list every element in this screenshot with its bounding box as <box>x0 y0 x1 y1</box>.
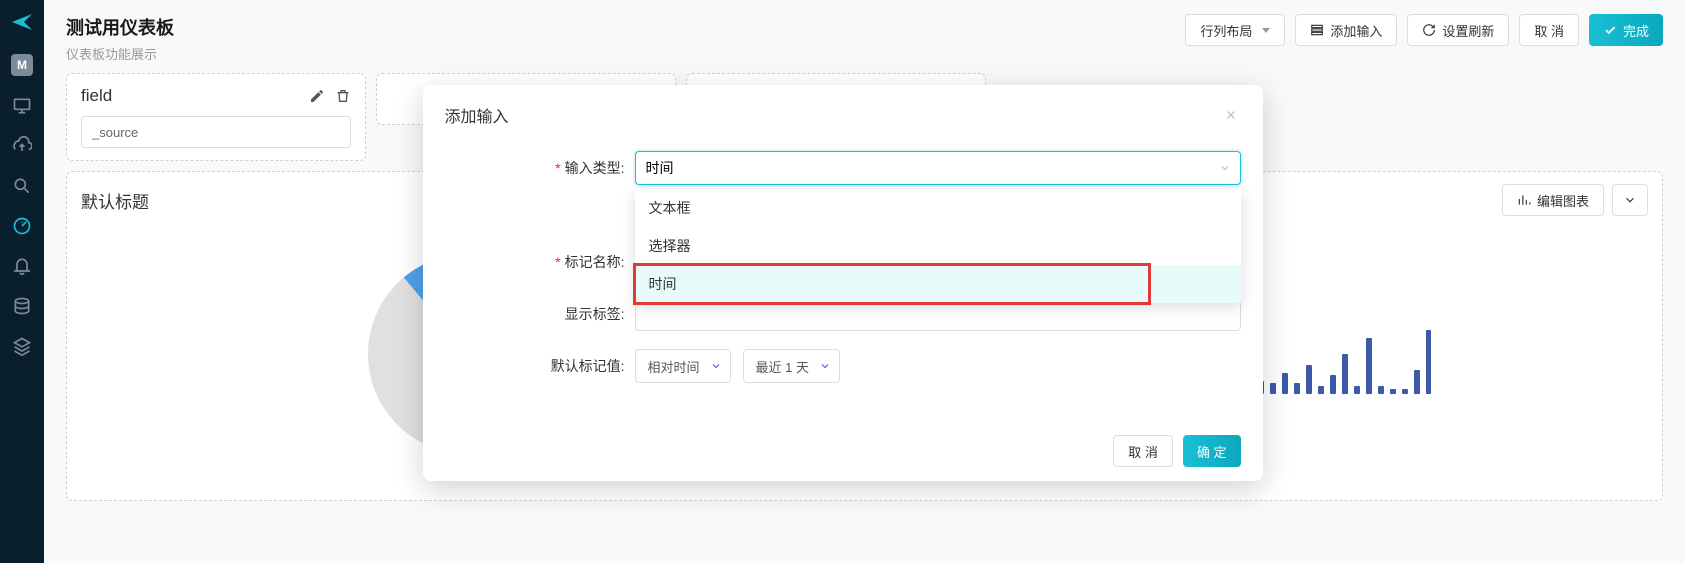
input-type-label: *输入类型: <box>445 158 625 178</box>
input-type-dropdown: 文本框 选择器 时间 <box>635 189 1241 303</box>
modal-title: 添加输入 <box>445 103 509 127</box>
default-time-range-select[interactable]: 最近 1 天 <box>743 349 840 383</box>
display-label-label: 显示标签: <box>445 304 625 324</box>
dropdown-option-selector[interactable]: 选择器 <box>635 227 1241 265</box>
modal-confirm-button[interactable]: 确 定 <box>1183 435 1241 467</box>
highlight-box <box>633 263 1151 305</box>
chevron-down-icon <box>710 360 722 372</box>
modal-cancel-button[interactable]: 取 消 <box>1113 435 1173 467</box>
dropdown-option-time[interactable]: 时间 <box>635 265 1241 303</box>
add-input-modal: 添加输入 *输入类型: 文本框 选择器 时间 <box>423 85 1263 481</box>
chevron-down-icon <box>819 360 831 372</box>
tag-name-label: *标记名称: <box>445 252 625 272</box>
close-icon[interactable] <box>1221 105 1241 125</box>
input-type-select[interactable] <box>635 151 1241 185</box>
default-time-type-select[interactable]: 相对时间 <box>635 349 731 383</box>
dropdown-option-textbox[interactable]: 文本框 <box>635 189 1241 227</box>
default-value-label: 默认标记值: <box>445 356 625 376</box>
